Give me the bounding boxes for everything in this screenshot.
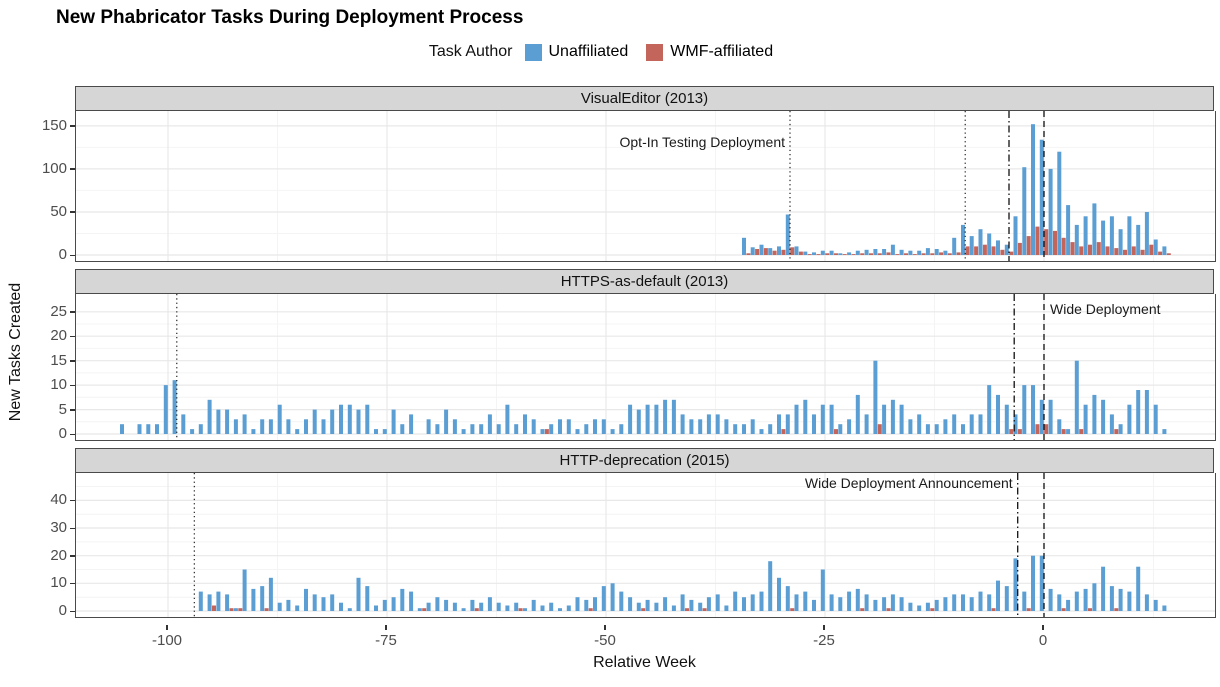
y-tick-label: 20 [21, 547, 67, 565]
y-tick-mark [70, 434, 75, 436]
y-tick-label: 20 [21, 327, 67, 345]
legend-item-wmf-affiliated: WMF-affiliated [646, 43, 773, 61]
facet-3: HTTP-deprecation (2015) Wide Deployment A… [75, 448, 1214, 618]
y-tick-mark [70, 168, 75, 170]
facet-panel: Wide Deployment [75, 294, 1216, 441]
y-tick-mark [70, 583, 75, 585]
y-tick-label: 5 [21, 401, 67, 419]
y-tick-mark [70, 500, 75, 502]
y-tick-mark [70, 611, 75, 613]
legend-title: Task Author [429, 43, 513, 61]
y-tick-mark [70, 255, 75, 257]
y-tick-label: 10 [21, 376, 67, 394]
facet-panel: Opt-In Testing Deployment [75, 111, 1216, 262]
y-tick-label: 15 [21, 352, 67, 370]
y-tick-label: 40 [21, 491, 67, 509]
x-axis-title: Relative Week [75, 654, 1214, 672]
x-tick-mark [823, 625, 825, 630]
x-tick-label: -75 [356, 632, 416, 649]
y-tick-label: 0 [21, 425, 67, 443]
facet-2: HTTPS-as-default (2013)Wide Deployment05… [75, 269, 1214, 441]
legend-label-wmf-affiliated: WMF-affiliated [670, 43, 773, 61]
y-tick-label: 100 [21, 160, 67, 178]
facet-panel: Wide Deployment Announcement [75, 473, 1216, 618]
y-tick-mark [70, 211, 75, 213]
x-tick-mark [1042, 625, 1044, 630]
facet-strip-title: HTTPS-as-default (2013) [75, 269, 1214, 294]
deployment-annotation: Wide Deployment [1050, 301, 1161, 317]
unaffiliated-color-swatch [525, 44, 542, 61]
y-tick-label: 10 [21, 574, 67, 592]
y-tick-mark [70, 555, 75, 557]
chart-page: New Phabricator Tasks During Deployment … [0, 0, 1220, 687]
x-tick-mark [604, 625, 606, 630]
y-tick-label: 0 [21, 602, 67, 620]
x-tick-label: -50 [575, 632, 635, 649]
y-tick-label: 50 [21, 203, 67, 221]
y-tick-label: 150 [21, 117, 67, 135]
deployment-annotation: Opt-In Testing Deployment [620, 134, 786, 150]
y-tick-mark [70, 311, 75, 313]
x-tick-mark [166, 625, 168, 630]
facet-1: VisualEditor (2013) Opt-In Testing Deploy… [75, 86, 1214, 262]
y-tick-mark [70, 409, 75, 411]
y-tick-mark [70, 336, 75, 338]
facet-strip-title: HTTP-deprecation (2015) [75, 448, 1214, 473]
x-tick-label: -100 [137, 632, 197, 649]
y-tick-mark [70, 125, 75, 127]
facet-strip-title: VisualEditor (2013) [75, 86, 1214, 111]
facet-container: VisualEditor (2013) Opt-In Testing Deploy… [0, 86, 1220, 618]
x-tick-mark [385, 625, 387, 630]
legend-item-unaffiliated: Unaffiliated [525, 43, 629, 61]
legend-label-unaffiliated: Unaffiliated [549, 43, 629, 61]
deployment-annotation: Wide Deployment Announcement [805, 475, 1013, 491]
y-tick-label: 25 [21, 303, 67, 321]
y-tick-label: 0 [21, 246, 67, 264]
wmf-affiliated-color-swatch [646, 44, 663, 61]
y-tick-label: 30 [21, 519, 67, 537]
x-tick-label: -25 [794, 632, 854, 649]
y-tick-mark [70, 385, 75, 387]
x-tick-label: 0 [1013, 632, 1073, 649]
y-tick-mark [70, 528, 75, 530]
x-axis: -100 -75 -50 -25 0 [75, 625, 1214, 651]
legend: Task Author Unaffiliated WMF-affiliated [0, 40, 1220, 64]
y-tick-mark [70, 360, 75, 362]
plot-title: New Phabricator Tasks During Deployment … [56, 6, 1220, 30]
